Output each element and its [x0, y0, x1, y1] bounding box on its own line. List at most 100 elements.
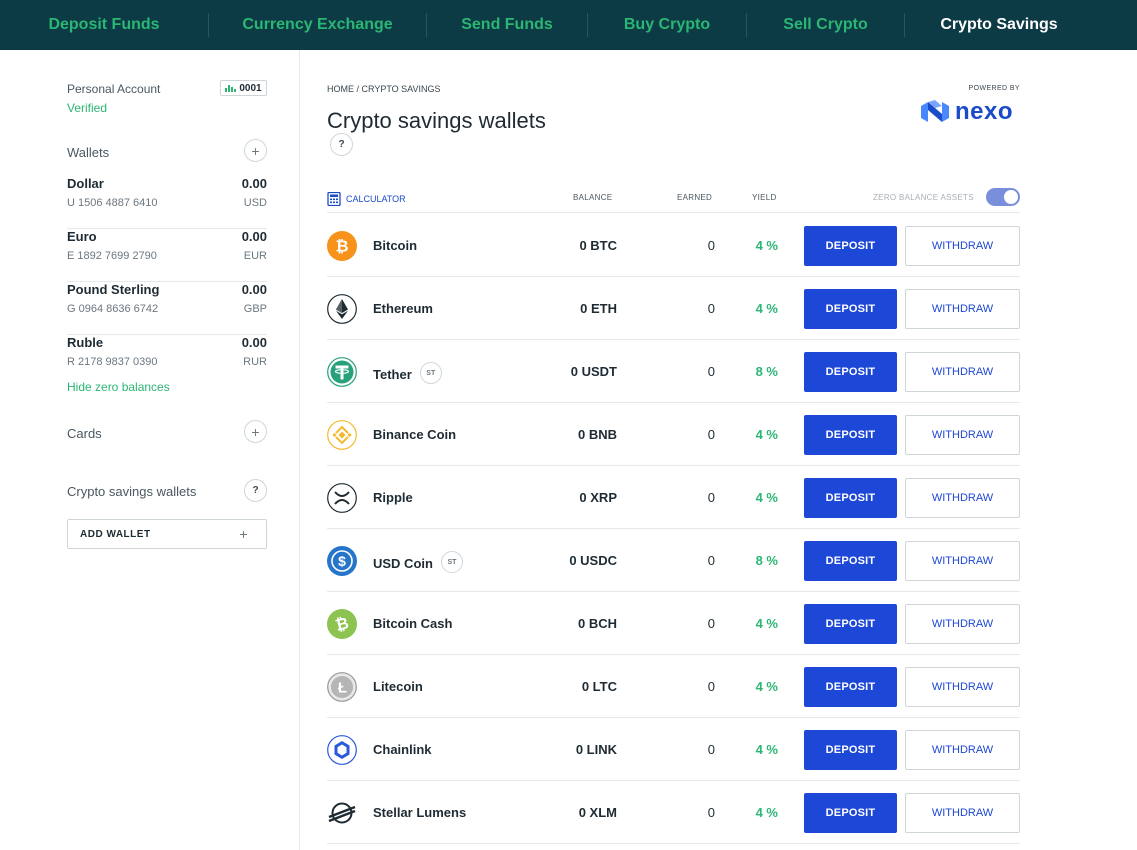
cards-title: Cards [67, 426, 102, 441]
coin-balance: 0 LTC [581, 679, 617, 694]
coin-name-text: Binance Coin [373, 427, 457, 442]
calculator-link[interactable]: CALCULATOR [327, 192, 406, 206]
crypto-wallets-help-button[interactable]: ? [244, 479, 267, 502]
coin-name-text: Ethereum [373, 301, 433, 316]
deposit-button[interactable]: DEPOSIT [804, 730, 897, 770]
deposit-button[interactable]: DEPOSIT [804, 478, 897, 518]
wallet-account: U 1506 4887 6410 [67, 197, 158, 209]
coin-name: Stellar Lumens [373, 805, 466, 820]
withdraw-button[interactable]: WITHDRAW [905, 604, 1020, 644]
withdraw-button[interactable]: WITHDRAW [905, 478, 1020, 518]
coin-row-tether: Tether ST 0 USDT 0 8 % DEPOSIT WITHDRAW [327, 340, 1020, 403]
bitcoin-cash-icon: ₿ [327, 609, 357, 639]
wallet-pound-sterling[interactable]: Pound Sterling 0.00 G 0964 8636 6742 GBP [67, 282, 267, 335]
wallet-dollar[interactable]: Dollar 0.00 U 1506 4887 6410 USD [67, 176, 267, 229]
coin-name: Ethereum [373, 301, 433, 316]
nav-currency-exchange[interactable]: Currency Exchange [209, 0, 426, 50]
deposit-button[interactable]: DEPOSIT [804, 793, 897, 833]
deposit-button[interactable]: DEPOSIT [804, 604, 897, 644]
coin-earned: 0 [707, 364, 715, 379]
wallet-balance: 0.00 [241, 282, 267, 297]
coin-balance: 0 XRP [579, 490, 617, 505]
hide-zero-balances-link[interactable]: Hide zero balances [67, 380, 170, 394]
coin-balance: 0 BTC [579, 238, 617, 253]
withdraw-button[interactable]: WITHDRAW [905, 793, 1020, 833]
wallet-account: G 0964 8636 6742 [67, 303, 159, 315]
withdraw-button[interactable]: WITHDRAW [905, 415, 1020, 455]
withdraw-button[interactable]: WITHDRAW [905, 730, 1020, 770]
coin-earned: 0 [707, 553, 715, 568]
table-header: CALCULATOR BALANCE EARNED YIELD ZERO BAL… [327, 188, 1020, 213]
nav-deposit-funds[interactable]: Deposit Funds [0, 0, 208, 50]
coin-name-text: Ripple [373, 490, 413, 505]
account-number: 0001 [239, 82, 262, 94]
breadcrumb[interactable]: HOME / CRYPTO SAVINGS [327, 84, 441, 94]
deposit-button[interactable]: DEPOSIT [804, 352, 897, 392]
coin-name-text: Stellar Lumens [373, 805, 467, 820]
chainlink-icon [327, 735, 357, 765]
coin-balance: 0 XLM [578, 805, 617, 820]
nav-send-funds[interactable]: Send Funds [427, 0, 587, 50]
powered-by-label: POWERED BY [968, 85, 1020, 92]
coin-row-binance-coin: Binance Coin 0 BNB 0 4 % DEPOSIT WITHDRA… [327, 403, 1020, 466]
coin-balance: 0 ETH [580, 301, 617, 316]
deposit-button[interactable]: DEPOSIT [804, 667, 897, 707]
wallet-currency: USD [243, 197, 267, 209]
coin-yield: 4 % [755, 805, 778, 820]
withdraw-button[interactable]: WITHDRAW [905, 289, 1020, 329]
nexo-logo[interactable]: nexo [921, 98, 1013, 126]
coin-row-litecoin: Ł Litecoin 0 LTC 0 4 % DEPOSIT WITHDRAW [327, 655, 1020, 718]
wallets-title: Wallets [67, 145, 110, 160]
crypto-wallets-title: Crypto savings wallets [67, 484, 197, 499]
withdraw-button[interactable]: WITHDRAW [905, 226, 1020, 266]
wallet-balance: 0.00 [241, 229, 267, 244]
svg-text:Ł: Ł [338, 680, 347, 697]
add-wallet-label: ADD WALLET [80, 528, 151, 540]
add-wallet-plus-button[interactable]: + [244, 139, 267, 162]
wallet-currency: GBP [243, 303, 267, 315]
deposit-button[interactable]: DEPOSIT [804, 226, 897, 266]
coin-earned: 0 [707, 679, 715, 694]
nav-crypto-savings[interactable]: Crypto Savings [905, 0, 1093, 50]
coin-name: USD Coin ST [373, 551, 463, 573]
tether-icon [327, 357, 357, 387]
calculator-label: CALCULATOR [346, 194, 406, 204]
wallet-balance: 0.00 [241, 335, 267, 350]
withdraw-button[interactable]: WITHDRAW [905, 667, 1020, 707]
account-number-badge: 0001 [220, 80, 267, 96]
coin-name: Bitcoin Cash [373, 616, 452, 631]
coin-row-usd-coin: $ USD Coin ST 0 USDC 0 8 % DEPOSIT WITHDR… [327, 529, 1020, 592]
withdraw-button[interactable]: WITHDRAW [905, 541, 1020, 581]
coin-yield: 4 % [755, 301, 778, 316]
zero-balance-toggle[interactable] [986, 188, 1020, 206]
ethereum-icon [327, 294, 357, 324]
coin-name: Tether ST [373, 362, 442, 384]
toggle-knob [1004, 190, 1018, 204]
wallet-currency: RUR [243, 356, 267, 368]
ripple-icon [327, 483, 357, 513]
deposit-button[interactable]: DEPOSIT [804, 541, 897, 581]
nav-sell-crypto[interactable]: Sell Crypto [747, 0, 904, 50]
nexo-wordmark: nexo [955, 98, 1014, 125]
add-wallet-button[interactable]: ADD WALLET + [67, 519, 267, 549]
wallet-euro[interactable]: Euro 0.00 E 1892 7699 2790 EUR [67, 229, 267, 282]
coin-name: Binance Coin [373, 427, 456, 442]
column-yield: YIELD [752, 193, 777, 202]
deposit-button[interactable]: DEPOSIT [804, 415, 897, 455]
coin-earned: 0 [707, 742, 715, 757]
add-card-plus-button[interactable]: + [244, 420, 267, 443]
plus-icon: + [251, 423, 260, 440]
coin-name-text: Chainlink [373, 742, 432, 757]
coin-earned: 0 [707, 616, 715, 631]
binance-coin-icon [327, 420, 357, 450]
top-nav: Deposit Funds Currency Exchange Send Fun… [0, 0, 1137, 50]
nav-buy-crypto[interactable]: Buy Crypto [588, 0, 746, 50]
coin-row-chainlink: Chainlink 0 LINK 0 4 % DEPOSIT WITHDRAW [327, 718, 1020, 781]
withdraw-button[interactable]: WITHDRAW [905, 352, 1020, 392]
sidebar: Personal Account Verified 0001 Wallets +… [0, 50, 300, 850]
coin-yield: 8 % [755, 553, 778, 568]
page-help-button[interactable]: ? [330, 133, 353, 156]
coin-row-bitcoin-cash: ₿ Bitcoin Cash 0 BCH 0 4 % DEPOSIT WITHD… [327, 592, 1020, 655]
coin-yield: 4 % [755, 679, 778, 694]
deposit-button[interactable]: DEPOSIT [804, 289, 897, 329]
